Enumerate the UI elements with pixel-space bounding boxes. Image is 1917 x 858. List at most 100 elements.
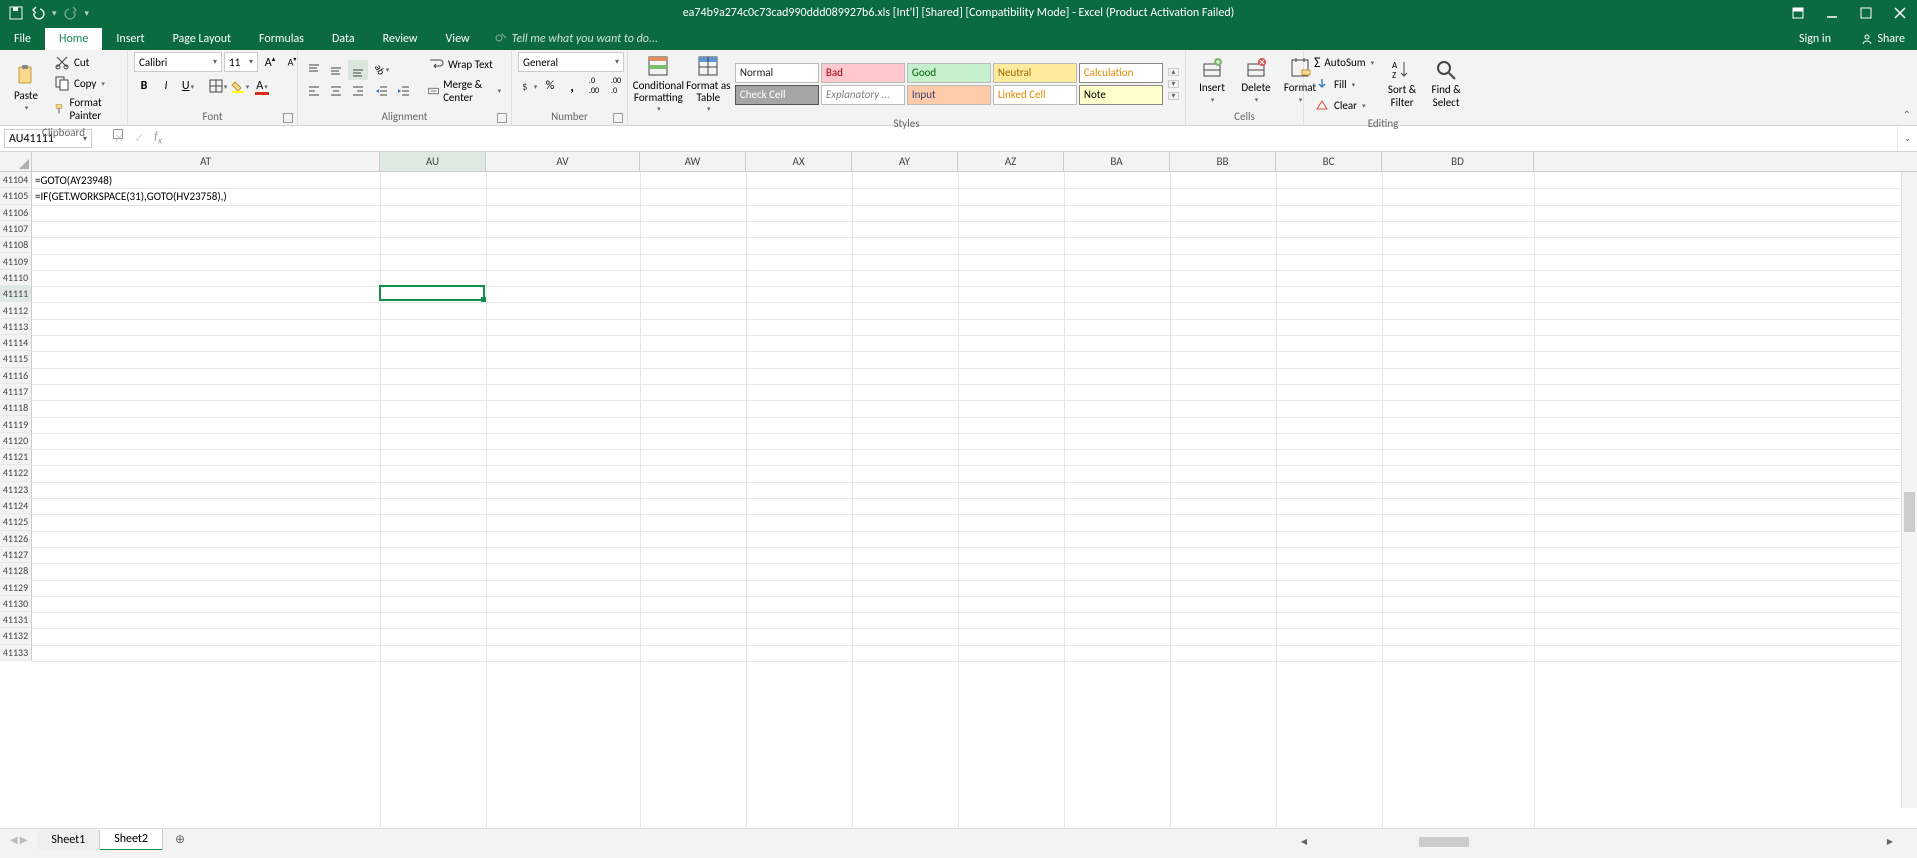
borders-button[interactable]: ▾ (208, 76, 228, 96)
number-launcher-icon[interactable] (613, 113, 623, 123)
comma-format-icon[interactable]: , (562, 76, 582, 96)
sort-filter-button[interactable]: AZSort & Filter (1382, 56, 1422, 110)
number-format-combo[interactable]: General▾ (518, 52, 624, 72)
expand-formula-bar-icon[interactable]: ⌄ (1897, 126, 1917, 151)
maximize-icon[interactable] (1849, 0, 1883, 26)
font-name-combo[interactable]: Calibri▾ (134, 52, 222, 72)
column-header[interactable]: AX (746, 152, 852, 171)
row-header[interactable]: 41122 (0, 465, 32, 481)
row-header[interactable]: 41123 (0, 482, 32, 498)
tab-home[interactable]: Home (45, 28, 102, 50)
find-select-button[interactable]: Find & Select (1426, 56, 1466, 110)
style-explanatory[interactable]: Explanatory ... (821, 85, 905, 105)
style-calculation[interactable]: Calculation (1079, 63, 1163, 83)
style-bad[interactable]: Bad (821, 63, 905, 83)
decrease-decimal-icon[interactable]: .00.0 (606, 76, 626, 96)
row-header[interactable]: 41127 (0, 547, 32, 563)
row-header[interactable]: 41113 (0, 319, 32, 335)
percent-format-icon[interactable]: % (540, 76, 560, 96)
increase-indent-icon[interactable] (394, 81, 414, 101)
tab-formulas[interactable]: Formulas (245, 28, 318, 50)
font-color-button[interactable]: A▾ (252, 76, 272, 96)
sheet-tab[interactable]: Sheet2 (100, 829, 163, 851)
accounting-format-icon[interactable]: $▾ (518, 76, 538, 96)
column-header[interactable]: AU (380, 152, 486, 171)
hscroll-thumb[interactable] (1419, 837, 1469, 847)
share-button[interactable]: Share (1855, 28, 1911, 50)
underline-button[interactable]: U▾ (178, 76, 198, 96)
save-icon[interactable] (8, 5, 24, 21)
align-bottom-icon[interactable] (348, 60, 368, 80)
row-header[interactable]: 41110 (0, 270, 32, 286)
row-header[interactable]: 41124 (0, 498, 32, 514)
column-header[interactable]: AW (640, 152, 746, 171)
cell-value[interactable]: =GOTO(AY23948) (33, 173, 114, 188)
undo-icon[interactable] (30, 5, 46, 21)
style-normal[interactable]: Normal (735, 63, 819, 83)
vertical-scrollbar[interactable] (1901, 172, 1917, 808)
font-launcher-icon[interactable] (283, 113, 293, 123)
tab-page-layout[interactable]: Page Layout (159, 28, 245, 50)
row-header[interactable]: 41105 (0, 188, 32, 204)
row-header[interactable]: 41129 (0, 579, 32, 595)
align-top-icon[interactable] (304, 60, 324, 80)
tab-review[interactable]: Review (369, 28, 432, 50)
redo-icon[interactable] (63, 5, 79, 21)
column-header[interactable]: BD (1382, 152, 1534, 171)
format-painter-button[interactable]: Format Painter (50, 94, 121, 124)
row-header[interactable]: 41106 (0, 205, 32, 221)
row-header[interactable]: 41130 (0, 596, 32, 612)
qat-customize-icon[interactable]: ▾ (85, 8, 90, 19)
autosum-button[interactable]: ΣAutoSum▾ (1310, 52, 1378, 73)
align-middle-icon[interactable] (326, 60, 346, 80)
increase-font-icon[interactable]: A▴ (260, 52, 280, 72)
bold-button[interactable]: B (134, 76, 154, 96)
column-header[interactable]: AV (486, 152, 640, 171)
styles-scroll-up-icon[interactable]: ▴ (1168, 68, 1179, 76)
style-neutral[interactable]: Neutral (993, 63, 1077, 83)
row-header[interactable]: 41114 (0, 335, 32, 351)
row-header[interactable]: 41133 (0, 645, 32, 661)
tell-me-search[interactable]: Tell me what you want to do... (484, 28, 668, 50)
sheet-tab[interactable]: Sheet1 (37, 830, 100, 850)
align-right-icon[interactable] (348, 81, 368, 101)
tab-file[interactable]: File (0, 28, 45, 50)
sign-in-link[interactable]: Sign in (1791, 28, 1839, 50)
cells-area[interactable]: =GOTO(AY23948)=IF(GET.WORKSPACE(31),GOTO… (32, 172, 1917, 828)
sheet-nav-prev-icon[interactable]: ◀ (10, 833, 18, 846)
merge-center-button[interactable]: Merge & Center▾ (424, 76, 505, 106)
styles-scroll-down-icon[interactable]: ▾ (1168, 80, 1179, 88)
fill-button[interactable]: Fill▾ (1310, 74, 1378, 94)
row-header[interactable]: 41104 (0, 172, 32, 188)
row-header[interactable]: 41131 (0, 612, 32, 628)
tab-view[interactable]: View (432, 28, 484, 50)
decrease-indent-icon[interactable] (372, 81, 392, 101)
style-note[interactable]: Note (1079, 85, 1163, 105)
row-header[interactable]: 41118 (0, 400, 32, 416)
row-header[interactable]: 41125 (0, 514, 32, 530)
column-header[interactable]: AT (32, 152, 380, 171)
font-size-combo[interactable]: 11▾ (224, 52, 258, 72)
style-linked-cell[interactable]: Linked Cell (993, 85, 1077, 105)
row-header[interactable]: 41119 (0, 416, 32, 432)
paste-button[interactable]: Paste▾ (6, 62, 46, 113)
column-header[interactable]: BB (1170, 152, 1276, 171)
delete-cells-button[interactable]: Delete▾ (1236, 54, 1276, 105)
column-header[interactable]: BC (1276, 152, 1382, 171)
tab-insert[interactable]: Insert (102, 28, 158, 50)
row-header[interactable]: 41120 (0, 433, 32, 449)
cut-button[interactable]: Cut (50, 52, 121, 72)
insert-cells-button[interactable]: Insert▾ (1192, 54, 1232, 105)
row-header[interactable]: 41121 (0, 449, 32, 465)
align-left-icon[interactable] (304, 81, 324, 101)
row-header[interactable]: 41107 (0, 221, 32, 237)
row-header[interactable]: 41111 (0, 286, 32, 302)
align-center-icon[interactable] (326, 81, 346, 101)
close-icon[interactable] (1883, 0, 1917, 26)
column-header[interactable]: AY (852, 152, 958, 171)
cell-value[interactable]: =IF(GET.WORKSPACE(31),GOTO(HV23758),) (33, 189, 229, 204)
column-header[interactable]: BA (1064, 152, 1170, 171)
hscroll-right-icon[interactable]: ▶ (1883, 835, 1897, 849)
minimize-icon[interactable] (1815, 0, 1849, 26)
vscroll-thumb[interactable] (1904, 492, 1915, 532)
